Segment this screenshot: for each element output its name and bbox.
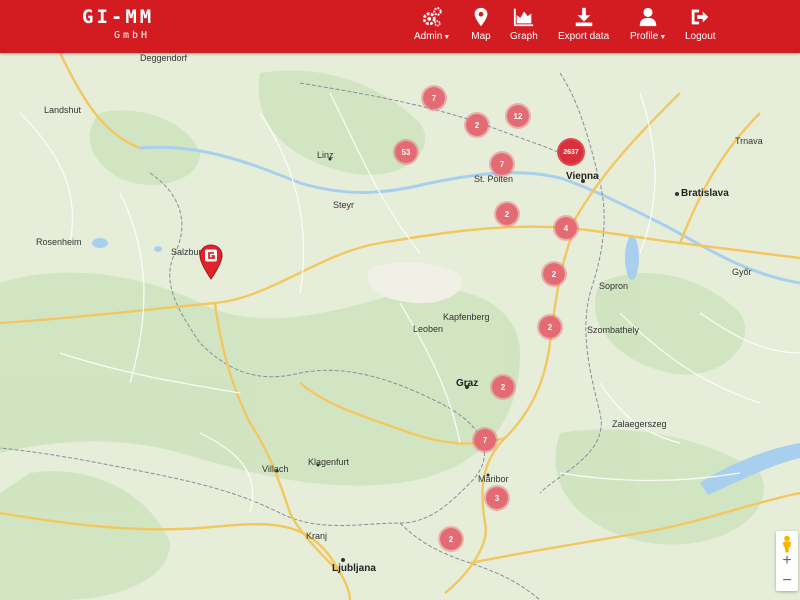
city-label-villach: Villach: [262, 464, 289, 474]
city-label-szombathely: Szombathely: [587, 325, 640, 335]
city-label-klagenfurt: Klagenfurt: [308, 457, 350, 467]
cluster-count: 2: [504, 209, 510, 219]
cluster-count: 2: [547, 322, 553, 332]
zoom-out-button[interactable]: −: [776, 571, 798, 591]
cluster-count: 2: [500, 382, 506, 392]
cluster-count: 7: [482, 435, 488, 445]
cluster-count: 3: [494, 493, 500, 503]
map-cluster-marker[interactable]: 3: [484, 485, 510, 511]
map-location-pin[interactable]: [199, 244, 223, 280]
user-icon: [639, 7, 657, 27]
city-label-trnava: Trnava: [735, 136, 763, 146]
city-label-graz: Graz: [456, 378, 479, 389]
logout-icon: [692, 9, 709, 25]
nav-export-data-label: Export data: [558, 31, 610, 42]
cluster-count: 7: [499, 159, 505, 169]
map-cluster-marker[interactable]: 7: [472, 427, 498, 453]
city-label-steyr: Steyr: [333, 200, 355, 210]
map-pin-icon: [199, 244, 223, 280]
cluster-count: 2: [474, 120, 480, 130]
nav-map[interactable]: Map: [470, 6, 492, 46]
cluster-count: 12: [513, 111, 523, 121]
city-label-bratislava: Bratislava: [681, 188, 729, 199]
city-label-ljubljana: Ljubljana: [332, 563, 376, 574]
map-cluster-marker[interactable]: 2637: [557, 138, 585, 166]
city-label-vienna: Vienna: [566, 171, 599, 182]
map-basemap: [0, 53, 800, 600]
cluster-count: 2: [551, 269, 557, 279]
brand-subtitle: GmbH: [113, 30, 151, 41]
nav-profile[interactable]: Profile▼: [630, 6, 666, 46]
city-label-deggendorf: Deggendorf: [140, 53, 188, 63]
city-label-kapfenberg: Kapfenberg: [443, 312, 490, 322]
nav-export-data[interactable]: Export data: [558, 6, 609, 46]
brand-name: GI-MM: [82, 6, 155, 28]
top-navbar: GI-MM GmbH Admin▼ Map Graph Export data …: [0, 0, 800, 53]
nav-map-label: Map: [471, 31, 491, 42]
download-icon: [575, 7, 592, 27]
cluster-count: 53: [401, 147, 411, 157]
chevron-down-icon: ▼: [659, 34, 667, 41]
map-cluster-marker[interactable]: 2: [494, 201, 520, 227]
map-cluster-marker[interactable]: 12: [505, 103, 531, 129]
nav-admin[interactable]: Admin▼: [414, 6, 450, 46]
gears-icon: [422, 7, 442, 27]
nav-logout-label: Logout: [685, 31, 716, 42]
cluster-count: 2: [448, 534, 454, 544]
map-cluster-marker[interactable]: 2: [541, 261, 567, 287]
city-label-linz: Linz: [317, 150, 334, 160]
map-cluster-marker[interactable]: 53: [393, 139, 419, 165]
map-cluster-marker[interactable]: 2: [490, 374, 516, 400]
nav-graph-label: Graph: [510, 31, 538, 42]
nav-profile-label: Profile: [630, 31, 659, 42]
cluster-count: 7: [431, 93, 437, 103]
city-label-rosenheim: Rosenheim: [36, 237, 82, 247]
city-label-maribor: Maribor: [478, 474, 509, 484]
nav-graph[interactable]: Graph: [510, 6, 538, 46]
cluster-count: 4: [563, 223, 569, 233]
nav-logout[interactable]: Logout: [685, 6, 716, 46]
map-cluster-marker[interactable]: 7: [489, 151, 515, 177]
map-cluster-marker[interactable]: 4: [553, 215, 579, 241]
city-label-kranj: Kranj: [306, 531, 328, 541]
map-cluster-marker[interactable]: 7: [421, 85, 447, 111]
cluster-count: 2637: [563, 148, 579, 156]
city-label-zalaegerszeg: Zalaegerszeg: [612, 419, 667, 429]
map-cluster-marker[interactable]: 2: [537, 314, 563, 340]
city-label-gyor: Győr: [732, 267, 752, 277]
nav-admin-label: Admin: [414, 31, 443, 42]
map-canvas[interactable]: Vienna Bratislava Graz Ljubljana Klagenf…: [0, 53, 800, 600]
city-label-leoben: Leoben: [413, 324, 444, 334]
map-marker-icon: [474, 7, 488, 27]
chevron-down-icon: ▼: [443, 34, 451, 41]
map-cluster-marker[interactable]: 2: [464, 112, 490, 138]
area-chart-icon: [513, 8, 534, 27]
zoom-in-button[interactable]: +: [776, 551, 798, 571]
pegman-icon[interactable]: [779, 535, 795, 553]
city-label-landshut: Landshut: [44, 105, 82, 115]
map-cluster-marker[interactable]: 2: [438, 526, 464, 552]
city-label-sopron: Sopron: [599, 281, 629, 291]
brand-logo[interactable]: GI-MM GmbH: [82, 6, 186, 44]
